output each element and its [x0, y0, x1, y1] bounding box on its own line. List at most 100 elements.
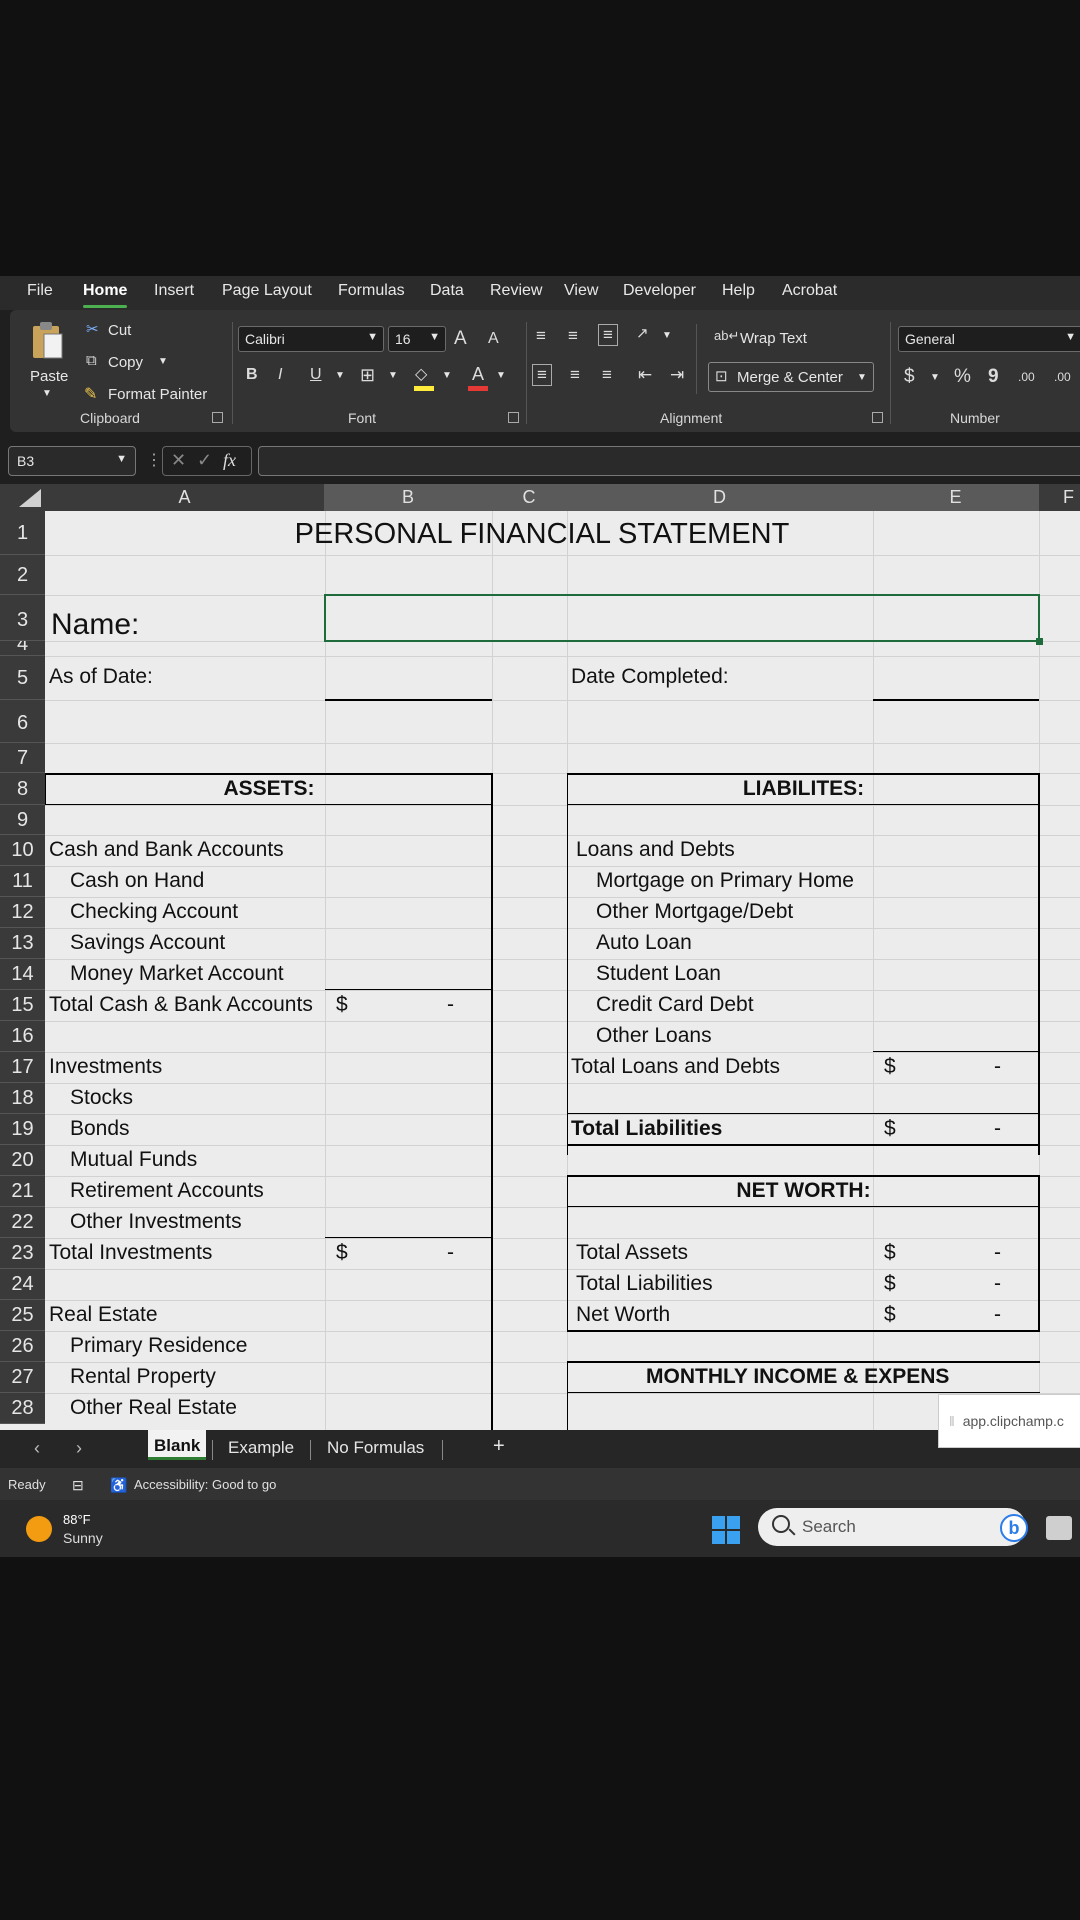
row-header-14[interactable]: 14	[0, 959, 45, 990]
tab-review[interactable]: Review	[490, 282, 542, 300]
windows-start-icon[interactable]	[712, 1516, 740, 1544]
row-header-11[interactable]: 11	[0, 866, 45, 897]
dialog-launcher-icon[interactable]	[508, 412, 519, 423]
align-center-icon[interactable]: ≡	[570, 365, 580, 385]
align-bottom-icon[interactable]: ≡	[598, 324, 618, 346]
currency-button[interactable]: $	[904, 366, 915, 388]
paintbrush-icon[interactable]: ✎	[84, 384, 97, 404]
font-color-button[interactable]: A	[472, 364, 484, 385]
row-header-12[interactable]: 12	[0, 897, 45, 928]
cut-button[interactable]: Cut	[108, 322, 131, 339]
insert-function-button[interactable]: fx	[223, 450, 236, 471]
row-header-24[interactable]: 24	[0, 1269, 45, 1300]
tab-data[interactable]: Data	[430, 282, 464, 300]
chevron-down-icon[interactable]: ▼	[496, 370, 506, 381]
column-header-a[interactable]: A	[45, 484, 325, 511]
accessibility-icon[interactable]: ♿	[110, 1477, 127, 1494]
increase-decimal-button[interactable]: .00	[1018, 370, 1035, 384]
copy-button[interactable]: Copy	[108, 354, 143, 371]
chevron-right-icon[interactable]: ›	[76, 1438, 82, 1459]
select-all-button[interactable]	[0, 484, 45, 511]
tab-formulas[interactable]: Formulas	[338, 282, 405, 300]
increase-indent-icon[interactable]: ⇥	[670, 365, 684, 385]
chevron-down-icon[interactable]: ▼	[662, 330, 672, 341]
tab-acrobat[interactable]: Acrobat	[782, 282, 837, 300]
confirm-icon[interactable]: ✓	[197, 450, 212, 471]
wrap-text-button[interactable]: Wrap Text	[740, 330, 807, 347]
column-header-b[interactable]: B	[325, 484, 492, 511]
percent-button[interactable]: %	[954, 366, 971, 388]
row-header-5[interactable]: 5	[0, 656, 45, 700]
wrap-text-icon[interactable]: ab↵	[714, 328, 739, 344]
copy-icon[interactable]: ⧉	[86, 352, 97, 369]
row-header-18[interactable]: 18	[0, 1083, 45, 1114]
row-header-15[interactable]: 15	[0, 990, 45, 1021]
number-format-select[interactable]: General ▼	[898, 326, 1080, 352]
row-header-20[interactable]: 20	[0, 1145, 45, 1176]
decrease-indent-icon[interactable]: ⇤	[638, 365, 652, 385]
grow-font-button[interactable]: A	[454, 328, 467, 350]
row-header-6[interactable]: 6	[0, 700, 45, 743]
sheet-tab-blank[interactable]: Blank	[148, 1430, 207, 1460]
add-sheet-button[interactable]: +	[493, 1435, 505, 1458]
tab-home[interactable]: Home	[83, 282, 128, 308]
row-header-22[interactable]: 22	[0, 1207, 45, 1238]
borders-icon[interactable]: ⊞	[360, 365, 375, 386]
format-painter-button[interactable]: Format Painter	[108, 386, 207, 403]
spreadsheet-grid[interactable]: A B C D E F 1 2 3 4 5 6 7 8 9 10 11 12 1…	[0, 484, 1080, 1430]
row-header-2[interactable]: 2	[0, 555, 45, 595]
chevron-down-icon[interactable]: ▼	[442, 370, 452, 381]
row-header-16[interactable]: 16	[0, 1021, 45, 1052]
italic-button[interactable]: I	[278, 366, 282, 384]
dialog-launcher-icon[interactable]	[212, 412, 223, 423]
chevron-down-icon[interactable]: ▼	[930, 372, 940, 383]
tab-file[interactable]: File	[27, 282, 53, 300]
macro-record-icon[interactable]: ⊟	[72, 1477, 84, 1494]
column-header-d[interactable]: D	[567, 484, 873, 511]
tab-developer[interactable]: Developer	[623, 282, 696, 300]
more-icon[interactable]: ⋮	[146, 450, 162, 470]
row-header-27[interactable]: 27	[0, 1362, 45, 1393]
bold-button[interactable]: B	[246, 366, 258, 384]
sun-icon[interactable]	[26, 1516, 52, 1542]
row-header-21[interactable]: 21	[0, 1176, 45, 1207]
chevron-down-icon[interactable]: ▼	[388, 370, 398, 381]
shrink-font-button[interactable]: A	[488, 330, 499, 348]
fill-color-icon[interactable]: ◇	[415, 364, 427, 384]
clipchamp-popup[interactable]: ‖ app.clipchamp.c	[938, 1394, 1080, 1448]
merge-center-button[interactable]: ⊡ Merge & Center ▼	[708, 362, 874, 392]
name-box[interactable]: B3 ▼	[8, 446, 136, 476]
weather-temperature[interactable]: 88°F	[63, 1512, 91, 1527]
dialog-launcher-icon[interactable]	[872, 412, 883, 423]
chevron-down-icon[interactable]: ▼	[335, 370, 345, 381]
task-view-icon[interactable]	[1046, 1516, 1072, 1540]
cancel-icon[interactable]: ✕	[171, 450, 186, 471]
tab-view[interactable]: View	[564, 282, 598, 300]
column-header-e[interactable]: E	[873, 484, 1039, 511]
row-header-10[interactable]: 10	[0, 835, 45, 866]
chevron-left-icon[interactable]: ‹	[34, 1438, 40, 1459]
sheet-tab-no-formulas[interactable]: No Formulas	[327, 1438, 424, 1458]
row-header-8[interactable]: 8	[0, 773, 45, 805]
taskbar-search[interactable]: Search	[758, 1508, 1026, 1546]
chevron-down-icon[interactable]: ▼	[158, 356, 168, 367]
row-header-17[interactable]: 17	[0, 1052, 45, 1083]
row-header-19[interactable]: 19	[0, 1114, 45, 1145]
bing-icon[interactable]: b	[1000, 1514, 1028, 1542]
font-family-select[interactable]: Calibri ▼	[238, 326, 384, 352]
tab-insert[interactable]: Insert	[154, 282, 194, 300]
row-header-13[interactable]: 13	[0, 928, 45, 959]
orientation-icon[interactable]: ↗	[636, 324, 649, 342]
comma-button[interactable]: 9	[988, 366, 999, 388]
weather-condition[interactable]: Sunny	[63, 1530, 103, 1546]
scissors-icon[interactable]: ✂	[86, 320, 99, 338]
column-header-c[interactable]: C	[492, 484, 567, 511]
align-top-icon[interactable]: ≡	[536, 326, 546, 346]
decrease-decimal-button[interactable]: .00	[1054, 370, 1071, 384]
row-header-28[interactable]: 28	[0, 1393, 45, 1424]
column-header-f[interactable]: F	[1039, 484, 1080, 511]
align-middle-icon[interactable]: ≡	[568, 326, 578, 346]
selected-cell-b3[interactable]	[324, 594, 1043, 645]
formula-input[interactable]	[258, 446, 1080, 476]
paste-button[interactable]: Paste ▼	[22, 318, 72, 399]
